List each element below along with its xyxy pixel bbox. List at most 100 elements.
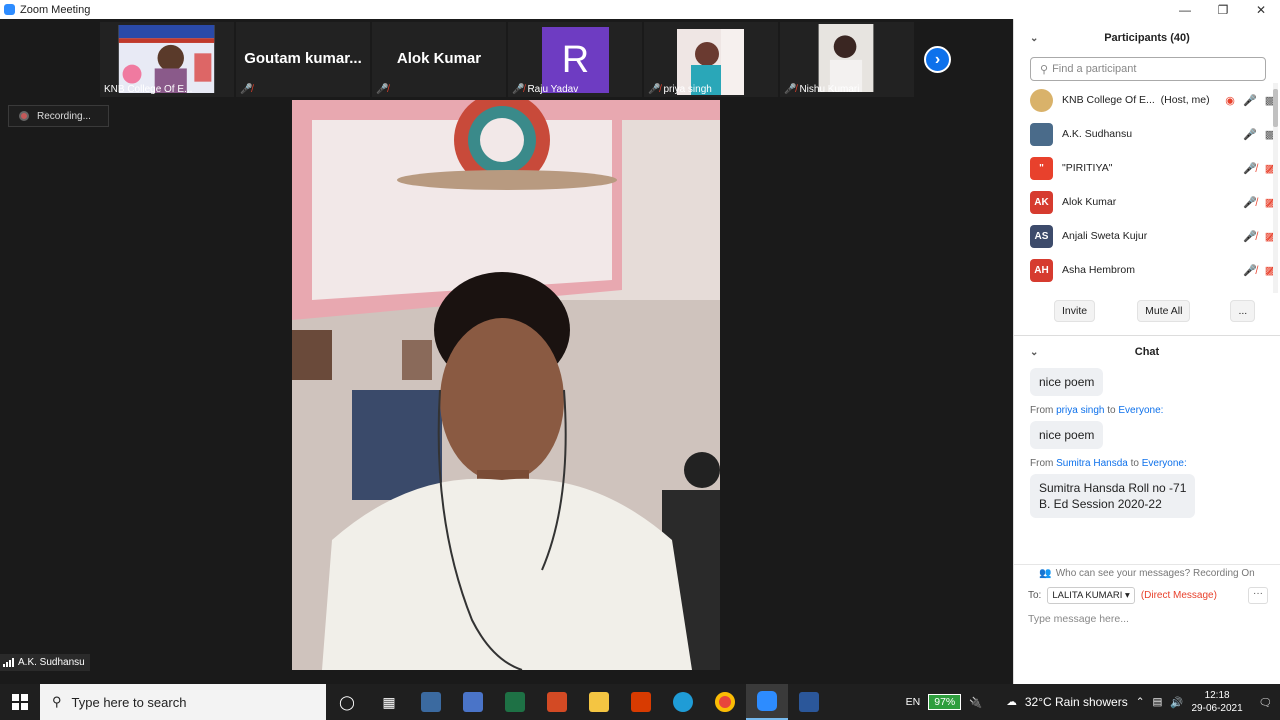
video-tile-nishu[interactable]: 🎤̸ Nishu Kumari xyxy=(780,22,914,97)
avatar xyxy=(1030,122,1053,146)
network-icon[interactable]: ▤ xyxy=(1153,696,1163,708)
sender-name[interactable]: Sumitra Hansda xyxy=(1056,458,1128,469)
weather-text[interactable]: 32°C Rain showers xyxy=(1025,695,1128,709)
office-icon[interactable] xyxy=(620,684,662,720)
chrome-icon[interactable] xyxy=(704,684,746,720)
sender-name[interactable]: priya singh xyxy=(1056,405,1104,416)
minimize-button[interactable]: — xyxy=(1166,0,1204,19)
more-options-button[interactable]: ... xyxy=(1230,300,1256,322)
invite-button[interactable]: Invite xyxy=(1054,300,1096,322)
participant-row[interactable]: " "PIRITIYA" 🎤̸ ▩̸ xyxy=(1014,151,1280,185)
from-word: From xyxy=(1030,405,1054,416)
participant-search-input[interactable]: ⚲ Find a participant xyxy=(1030,57,1266,81)
chat-recipient-row: To: LALITA KUMARI ▾ (Direct Message) ··· xyxy=(1014,582,1280,608)
recipient-name: Everyone: xyxy=(1141,458,1187,469)
participant-row[interactable]: AS Anjali Sweta Kujur 🎤̸ ▩̸ xyxy=(1014,219,1280,253)
app-icon-1[interactable] xyxy=(410,684,452,720)
chat-more-button[interactable]: ··· xyxy=(1248,586,1268,604)
participant-scrollbar[interactable] xyxy=(1273,83,1278,293)
mic-icon[interactable]: 🎤 xyxy=(1240,94,1260,107)
side-panel: ⌄ Participants (40) ⚲ Find a participant… xyxy=(1013,19,1280,684)
windows-start-button[interactable] xyxy=(0,684,40,720)
avatar: " xyxy=(1030,156,1053,180)
recording-indicator[interactable]: Recording... xyxy=(8,105,109,127)
video-stage: KNB College Of E... Goutam kumar... 🎤̸ A… xyxy=(0,19,1013,684)
tile-name: priya singh xyxy=(663,84,712,95)
participants-header: ⌄ Participants (40) xyxy=(1014,19,1280,57)
visibility-text: Who can see your messages? Recording On xyxy=(1055,568,1255,579)
signal-bars-icon xyxy=(3,658,14,667)
collapse-chevron-icon[interactable]: ⌄ xyxy=(1030,33,1038,44)
mic-muted-icon: 🎤̸ xyxy=(784,84,797,95)
taskbar-search-input[interactable]: ⚲ Type here to search xyxy=(40,684,326,720)
language-indicator[interactable]: EN xyxy=(906,696,921,708)
volume-icon[interactable]: 🔊 xyxy=(1170,696,1183,709)
word-icon[interactable] xyxy=(788,684,830,720)
search-placeholder: Find a participant xyxy=(1052,63,1137,75)
mic-muted-icon[interactable]: 🎤̸ xyxy=(1240,196,1260,209)
avatar: AS xyxy=(1030,224,1053,248)
chat-sender-line: From Sumitra Hansda to Everyone: xyxy=(1030,458,1280,469)
video-tile-goutam[interactable]: Goutam kumar... 🎤̸ xyxy=(236,22,370,97)
chat-sender-line: From priya singh to Everyone: xyxy=(1030,405,1280,416)
search-icon: ⚲ xyxy=(1040,63,1049,76)
close-button[interactable]: ✕ xyxy=(1242,0,1280,19)
video-tile-raju[interactable]: R 🎤̸ Raju Yadav xyxy=(508,22,642,97)
chevron-up-icon[interactable]: ⌃ xyxy=(1136,696,1145,708)
next-page-button[interactable]: › xyxy=(924,46,951,73)
participant-name: Alok Kumar xyxy=(1062,196,1117,208)
app-icon-2[interactable] xyxy=(536,684,578,720)
file-explorer-icon[interactable] xyxy=(578,684,620,720)
maximize-button[interactable]: ❐ xyxy=(1204,0,1242,19)
battery-indicator[interactable]: 97% xyxy=(928,694,962,710)
plug-icon: 🔌 xyxy=(969,696,983,709)
zoom-icon[interactable] xyxy=(746,684,788,720)
recipient-name: Everyone: xyxy=(1118,405,1164,416)
participant-row[interactable]: A.K. Sudhansu 🎤 ▩ xyxy=(1014,117,1280,151)
recipient-select[interactable]: LALITA KUMARI ▾ xyxy=(1047,586,1135,604)
mic-muted-icon[interactable]: 🎤̸ xyxy=(1240,230,1260,243)
title-bar: Zoom Meeting — ❐ ✕ xyxy=(0,0,1280,19)
task-view-icon[interactable]: ▦ xyxy=(368,684,410,720)
store-icon[interactable] xyxy=(452,684,494,720)
mic-muted-icon[interactable]: 🎤̸ xyxy=(1240,162,1260,175)
participant-row[interactable]: AK Alok Kumar 🎤̸ ▩̸ xyxy=(1014,185,1280,219)
participant-name-text: KNB College Of E... xyxy=(1062,94,1155,106)
tile-name: Raju Yadav xyxy=(527,84,579,95)
participant-role: (Host, me) xyxy=(1160,94,1210,106)
collapse-chevron-icon[interactable]: ⌄ xyxy=(1030,347,1038,358)
system-tray: EN 97% 🔌 ☁ 32°C Rain showers ⌃ ▤ 🔊 12:18… xyxy=(906,684,1280,720)
participants-title: Participants (40) xyxy=(1104,32,1190,44)
tile-name: Goutam kumar... xyxy=(244,50,362,67)
tile-name-row: 🎤̸ xyxy=(376,84,388,95)
chevron-down-icon: ▾ xyxy=(1125,589,1130,601)
video-tile-alok[interactable]: Alok Kumar 🎤̸ xyxy=(372,22,506,97)
video-tile-knb[interactable]: KNB College Of E... xyxy=(100,22,234,97)
notifications-icon[interactable]: 🗨 xyxy=(1259,696,1272,709)
mic-muted-icon[interactable]: 🎤̸ xyxy=(1240,264,1260,277)
participant-row[interactable]: AH Asha Hembrom 🎤̸ ▩̸ xyxy=(1014,253,1280,287)
chat-input[interactable]: Type message here... xyxy=(1014,613,1280,625)
cortana-icon[interactable]: ◯ xyxy=(326,684,368,720)
gallery-strip: KNB College Of E... Goutam kumar... 🎤̸ A… xyxy=(100,22,915,97)
windows-logo-icon xyxy=(12,694,28,710)
mute-all-button[interactable]: Mute All xyxy=(1137,300,1191,322)
video-thumbnail xyxy=(118,25,215,93)
speaker-name: A.K. Sudhansu xyxy=(18,657,85,668)
video-tile-priya[interactable]: 🎤̸ priya singh xyxy=(644,22,778,97)
participant-row[interactable]: KNB College Of E... (Host, me) ◉ 🎤 ▩ xyxy=(1014,83,1280,117)
chat-message: nice poem xyxy=(1030,368,1104,396)
mic-muted-icon: 🎤̸ xyxy=(648,84,661,95)
participant-name: Asha Hembrom xyxy=(1062,264,1135,276)
zoom-logo-icon xyxy=(4,4,15,15)
participant-list: KNB College Of E... (Host, me) ◉ 🎤 ▩ A.K… xyxy=(1014,83,1280,293)
participant-actions: Invite Mute All ... xyxy=(1014,293,1280,329)
mic-icon[interactable]: 🎤 xyxy=(1240,128,1260,141)
message-visibility-notice[interactable]: 👥 Who can see your messages? Recording O… xyxy=(1014,564,1280,582)
edge-icon[interactable] xyxy=(662,684,704,720)
tile-name-row: 🎤̸ xyxy=(240,84,252,95)
excel-icon[interactable] xyxy=(494,684,536,720)
recipient-value: LALITA KUMARI xyxy=(1052,589,1123,601)
clock[interactable]: 12:18 29-06-2021 xyxy=(1192,689,1243,715)
record-status-icon: ◉ xyxy=(1225,94,1235,107)
